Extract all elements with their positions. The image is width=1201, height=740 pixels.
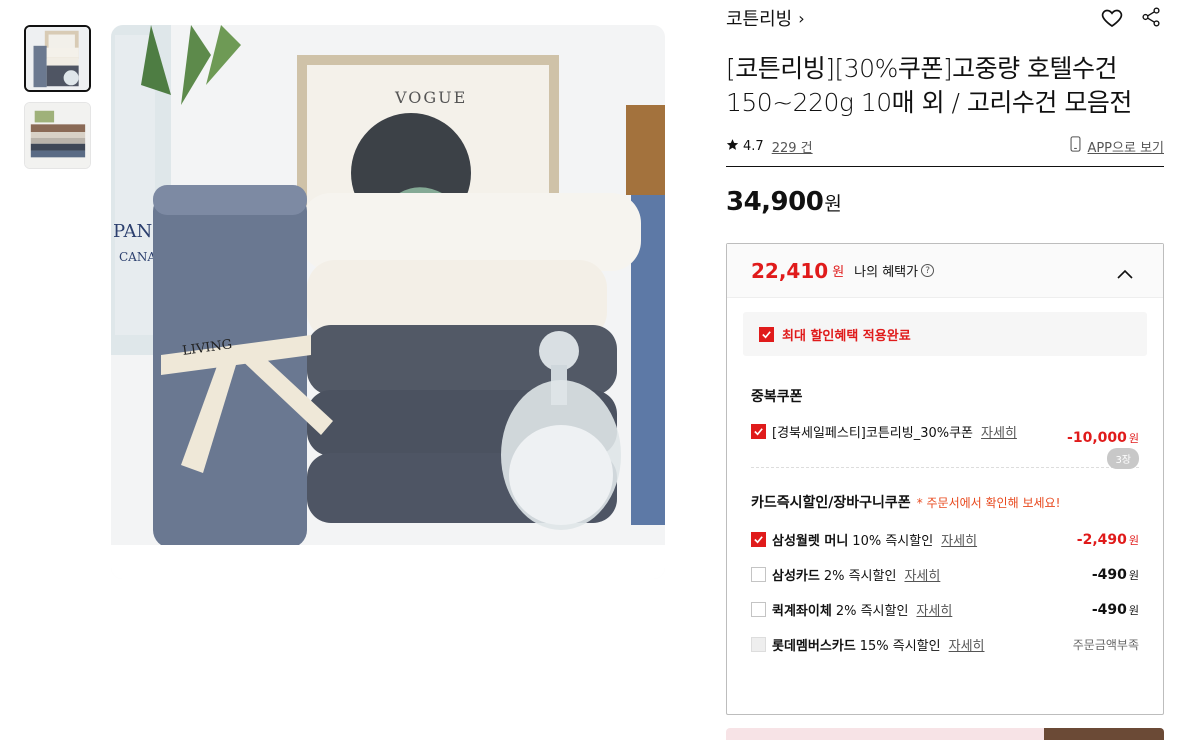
card-section-note: * 주문서에서 확인해 보세요! [916,496,1061,510]
brand-name: 코튼리빙 [726,9,793,30]
card-checkbox[interactable] [751,532,766,547]
card-section-label: 카드즉시할인/장바구니쿠폰 [751,495,911,511]
card-row-samsung-wallet: 삼성월렛 머니 10% 즉시할인 자세히 -2,490 원 [751,522,1139,557]
card-amount-status: 주문금액부족 [1072,638,1139,652]
benefit-header[interactable]: 22,410 원 나의 혜택가 ? [727,244,1163,298]
chevron-right-icon: › [798,8,805,28]
applied-text: 최대 할인혜택 적용완료 [782,328,911,344]
benefit-box: 22,410 원 나의 혜택가 ? 최대 할인혜택 적용완료 중복쿠폰 [경북세… [726,243,1164,715]
price-currency: 원 [824,193,842,215]
benefit-price: 22,410 [751,258,829,283]
card-name: 롯데멤버스카드 [772,639,856,654]
card-amount-unit: 원 [1128,568,1139,582]
benefit-label-text: 나의 혜택가 [854,265,919,280]
coupon-amount: -10,000 원 [1067,430,1139,446]
coupon-row: [경북세일페스티]코튼리빙_30%쿠폰 자세히 -10,000 원 [751,414,1139,449]
coupon-detail-link[interactable]: 자세히 [981,422,1017,441]
heart-icon[interactable] [1100,6,1124,30]
card-name: 삼성카드 [772,569,820,584]
card-desc: 2% 즉시할인 [823,569,897,584]
thumbnail-2[interactable] [24,102,91,169]
coupon-amount-unit: 원 [1128,432,1139,445]
card-name: 삼성월렛 머니 [772,534,849,549]
price-value: 34,900 [726,187,824,217]
card-detail-link[interactable]: 자세히 [949,635,985,654]
card-amount: -2,490 원 [1077,532,1139,548]
bottle-label-2: CANA [119,250,156,264]
help-icon[interactable]: ? [921,264,935,277]
coupon-amount-value: -10,000 [1067,430,1127,446]
phone-icon [1070,136,1081,156]
card-amount-unit: 원 [1128,603,1139,617]
card-amount-value: -490 [1091,566,1127,583]
benefit-currency: 원 [832,265,845,280]
star-icon [726,138,739,155]
divider [726,166,1164,167]
card-section-title: 카드즉시할인/장바구니쿠폰 * 주문서에서 확인해 보세요! [751,492,1139,512]
benefit-label: 나의 혜택가 ? [854,261,935,280]
divider [751,467,1139,468]
card-amount: -490 원 [1092,602,1139,618]
card-desc: 2% 즉시할인 [835,604,909,619]
card-amount-value: -490 [1091,601,1127,618]
card-name: 퀵계좌이체 [772,604,832,619]
review-count-link[interactable]: 229 건 [772,137,813,156]
card-checkbox [751,637,766,652]
poster-text: VOGUE [394,88,467,107]
app-view-label: APP으로 보기 [1087,140,1164,156]
share-icon[interactable] [1140,6,1164,30]
card-detail-link[interactable]: 자세히 [916,600,952,619]
thumbnail-list [24,25,91,179]
promo-banner-image [1044,728,1164,740]
coupon-section-title: 중복쿠폰 [751,389,803,405]
check-icon [759,326,774,342]
card-row-lotte-members: 롯데멤버스카드 15% 즉시할인 자세히 주문금액부족 [751,627,1139,662]
product-title: [코튼리빙][30%쿠폰]고중량 호텔수건 150~220g 10매 외 / 고… [726,54,1132,117]
card-row-quick-transfer: 퀵계좌이체 2% 즉시할인 자세히 -490 원 [751,592,1139,627]
card-desc: 10% 즉시할인 [852,534,934,549]
card-amount: -490 원 [1092,567,1139,583]
card-detail-link[interactable]: 자세히 [904,565,940,584]
coupon-count-badge: 3장 [1107,448,1139,469]
card-detail-link[interactable]: 자세히 [941,530,977,549]
product-info-panel: 코튼리빙 › [코튼리빙][30%쿠폰]고중량 호텔수건 150~220g 10… [726,0,1164,715]
discount-applied-notice: 최대 할인혜택 적용완료 [743,312,1147,356]
card-row-samsung-card: 삼성카드 2% 즉시할인 자세히 -490 원 [751,557,1139,592]
brand-link[interactable]: 코튼리빙 › [726,5,805,31]
coupon-label: [경북세일페스티]코튼리빙_30%쿠폰 [772,426,974,441]
card-amount-unit: 원 [1128,533,1139,547]
product-main-image[interactable]: PANN CANA VOGUE LIVING [111,25,665,579]
rating: 4.7 229 건 [726,137,813,156]
card-checkbox[interactable] [751,567,766,582]
rating-value: 4.7 [743,138,764,154]
coupon-checkbox[interactable] [751,424,766,439]
price: 34,900 원 [726,187,1164,221]
card-checkbox[interactable] [751,602,766,617]
chevron-up-icon[interactable] [1117,264,1133,283]
thumbnail-1[interactable] [24,25,91,92]
promo-banner-peek[interactable] [726,728,1164,740]
app-view-link[interactable]: APP으로 보기 [1070,136,1164,156]
card-amount-value: -2,490 [1076,531,1127,548]
card-desc: 15% 즉시할인 [859,639,941,654]
